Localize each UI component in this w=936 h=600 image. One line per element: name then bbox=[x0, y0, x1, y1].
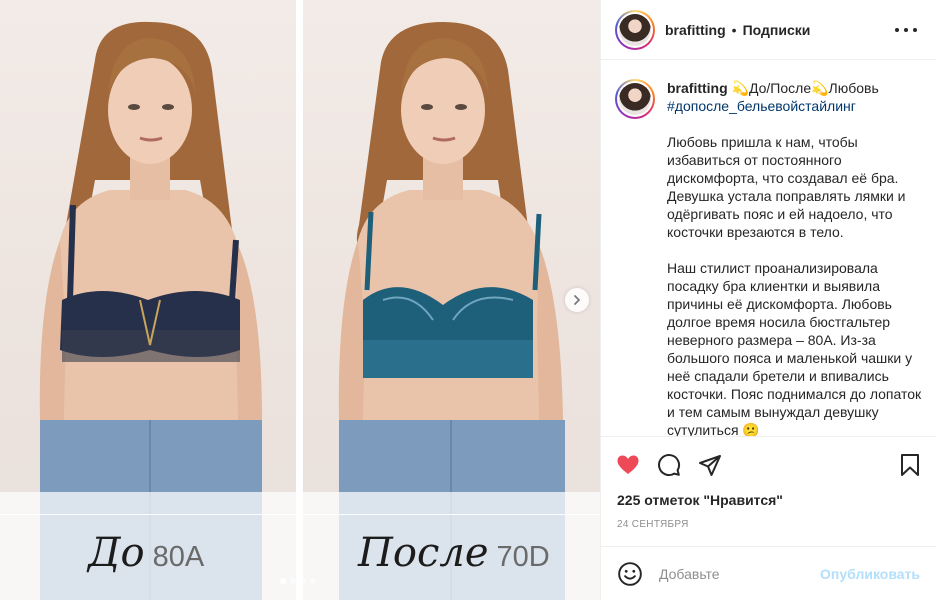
caption-author-avatar[interactable] bbox=[615, 79, 655, 119]
comment-bubble-icon[interactable] bbox=[656, 453, 682, 477]
smiley-icon[interactable] bbox=[617, 561, 643, 587]
carousel-dot bbox=[290, 578, 296, 584]
author-avatar[interactable] bbox=[615, 9, 655, 50]
caption-body: brafitting 💫До/После💫Любовь #допосле_бел… bbox=[667, 79, 923, 436]
comments-area[interactable]: brafitting 💫До/После💫Любовь #допосле_бел… bbox=[601, 61, 936, 436]
carousel-dot bbox=[310, 578, 316, 584]
comment-input[interactable] bbox=[659, 565, 819, 582]
after-size: 70D bbox=[496, 541, 550, 573]
post-header: brafitting • Подписки bbox=[601, 0, 936, 60]
carousel-dot bbox=[280, 578, 286, 584]
ellipsis-icon bbox=[913, 28, 917, 32]
sparkle-emoji: 💫 bbox=[731, 80, 749, 96]
likes-count[interactable]: 225 отметок "Нравится" bbox=[617, 492, 783, 508]
post-date[interactable]: 24 сентября bbox=[617, 519, 689, 530]
avatar-image bbox=[619, 83, 651, 115]
caption-username[interactable]: brafitting bbox=[667, 80, 728, 96]
caption-comment: brafitting 💫До/После💫Любовь #допосле_бел… bbox=[615, 79, 923, 436]
action-bar bbox=[601, 436, 936, 490]
before-word: До bbox=[88, 530, 145, 576]
caption-title-tail: Любовь bbox=[828, 80, 879, 96]
add-comment-bar: Опубликовать bbox=[601, 546, 936, 600]
caption-paragraph-2: Наш стилист проанализировала посадку бра… bbox=[667, 260, 922, 436]
caption-paragraph-1: Любовь пришла к нам, чтобы избавиться от… bbox=[667, 134, 906, 240]
paper-plane-icon[interactable] bbox=[697, 453, 723, 477]
heart-filled-icon[interactable] bbox=[615, 453, 641, 477]
instagram-post-modal: До 80A После 70D brafitting • Подписки b… bbox=[0, 0, 936, 600]
publish-button[interactable]: Опубликовать bbox=[820, 566, 920, 582]
avatar-image bbox=[619, 13, 651, 46]
more-options-button[interactable] bbox=[895, 20, 917, 40]
avatar-inner bbox=[617, 81, 653, 117]
caption-band-line bbox=[0, 514, 600, 515]
after-word: После bbox=[358, 530, 489, 576]
caption-hashtag[interactable]: #допосле_бельевойстайлинг bbox=[667, 97, 923, 115]
following-button[interactable]: Подписки bbox=[743, 22, 811, 38]
carousel-dots bbox=[280, 578, 316, 584]
caption-title: До/После bbox=[748, 80, 812, 96]
separator-dot: • bbox=[731, 21, 737, 38]
chevron-right-icon bbox=[574, 295, 580, 305]
next-slide-button[interactable] bbox=[565, 288, 589, 312]
carousel-dot bbox=[300, 578, 306, 584]
before-size: 80A bbox=[152, 541, 205, 573]
after-label: После 70D bbox=[358, 530, 550, 576]
post-sidebar: brafitting • Подписки brafitting 💫До/Пос… bbox=[600, 0, 936, 600]
post-media[interactable]: До 80A После 70D bbox=[0, 0, 600, 600]
sparkle-emoji: 💫 bbox=[811, 80, 829, 96]
ellipsis-icon bbox=[895, 28, 899, 32]
bookmark-icon[interactable] bbox=[897, 453, 923, 477]
before-label: До 80A bbox=[88, 530, 204, 576]
author-username[interactable]: brafitting bbox=[665, 22, 726, 38]
avatar-inner bbox=[617, 11, 653, 48]
ellipsis-icon bbox=[904, 28, 908, 32]
